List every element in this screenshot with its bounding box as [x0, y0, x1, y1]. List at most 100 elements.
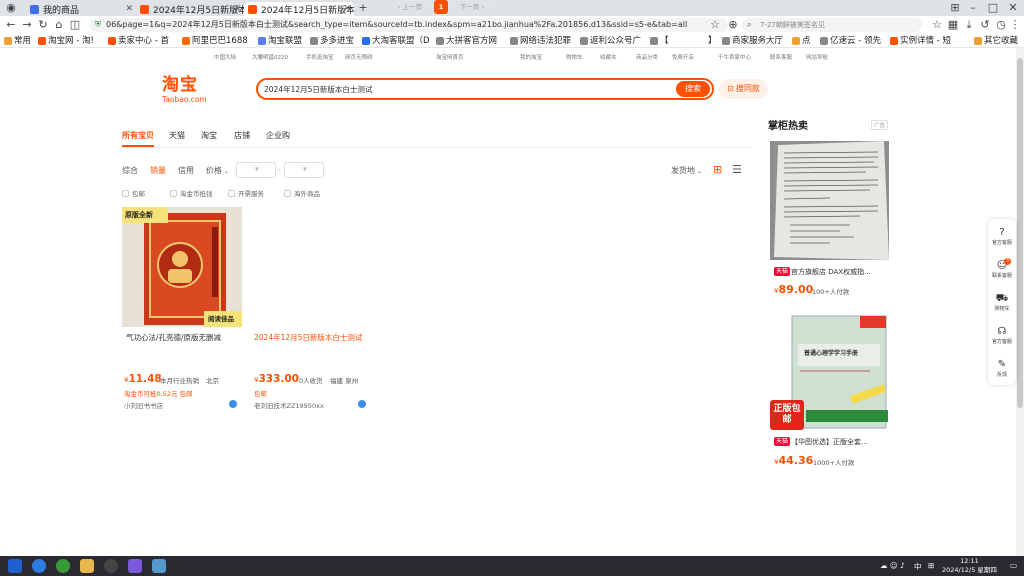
tab-tmall[interactable]: 天猫 — [169, 130, 185, 141]
bookmark-item[interactable]: 大淘客联盟（D — [362, 35, 430, 47]
back-icon[interactable]: ← — [4, 18, 18, 32]
bookmark-item[interactable]: 多多进宝 — [310, 35, 354, 47]
bookmark-item[interactable]: 网络违法犯罪 — [510, 35, 571, 47]
shop-name[interactable]: 老刘旧技术ZZ19950xx — [254, 400, 324, 410]
product-title[interactable]: 2024年12月5日新版本白士测试 — [254, 332, 374, 344]
bookmark-item[interactable]: 大拼客官方网 — [436, 35, 497, 47]
current-page[interactable]: 1 — [434, 0, 448, 14]
tray-icon[interactable]: ⊞ — [928, 561, 934, 570]
site-nav-link[interactable]: 中国大陆 — [214, 53, 236, 61]
maximize-icon[interactable]: □ — [986, 1, 1000, 15]
tab-shops[interactable]: 店铺 — [234, 130, 250, 141]
bookmark-item[interactable]: 亿速云 - 领先 — [820, 35, 881, 47]
filter-invoice[interactable]: 开票服务 — [228, 188, 264, 198]
search-button[interactable]: 搜索 — [676, 81, 710, 97]
next-page-button[interactable]: 下一页 › — [451, 0, 493, 14]
checkbox[interactable] — [228, 189, 235, 197]
site-nav-link[interactable]: 大腰明昌0220 — [252, 53, 288, 61]
browser-search-box[interactable]: ⌕ 7-27朝鲜被美签名见 — [742, 18, 922, 32]
site-nav-link[interactable]: 手机逛淘宝 — [306, 53, 334, 61]
tool-cart[interactable]: ⛟ 购物车 — [988, 293, 1016, 312]
bookmark-item[interactable]: 【 — [650, 35, 669, 47]
tool-headset-service[interactable]: ☊ 官方客服 — [988, 326, 1016, 345]
tab-all-items[interactable]: 所有宝贝 — [122, 130, 154, 141]
site-nav-link[interactable]: 收藏夹 — [600, 53, 617, 61]
price-max-input[interactable]: ¥ — [284, 162, 324, 178]
site-nav-link[interactable]: 网页无障碍 — [345, 53, 373, 61]
tool-contact-service[interactable]: ☺ 3 联系客服 — [988, 258, 1016, 279]
taobao-logo[interactable]: 淘宝 Taobao.com — [162, 76, 216, 106]
site-nav-link[interactable]: 商品分类 — [636, 53, 658, 61]
close-icon[interactable]: ✕ — [125, 4, 133, 14]
browser-profile-icon[interactable]: ◉ — [4, 1, 18, 15]
grid-view-icon[interactable]: ⊞ — [713, 163, 722, 176]
extension-puzzle-icon[interactable]: ⊕ — [726, 18, 740, 32]
clock[interactable]: 12:11 2024/12/5 星期四 — [942, 557, 997, 575]
star-bookmark-icon[interactable]: ☆ — [708, 18, 722, 32]
site-nav-link[interactable]: 淘宝网首页 — [436, 53, 464, 61]
browser-tab[interactable]: 我的商品 ✕ — [26, 2, 136, 16]
tab-taobao[interactable]: 淘宝 — [201, 130, 217, 141]
hot-item-title[interactable]: 【华图优选】正版全套... — [791, 437, 868, 447]
bookmark-item[interactable]: 卖家中心 - 首 — [108, 35, 169, 47]
notification-icon[interactable]: ▭ — [1010, 561, 1017, 570]
app-icon[interactable] — [128, 559, 142, 573]
tab-enterprise[interactable]: 企业购 — [266, 130, 290, 141]
bookmark-item[interactable]: 商家服务大厅 — [722, 35, 783, 47]
history-icon[interactable]: ↺ — [978, 18, 992, 32]
bookmark-item[interactable]: 实例详情 - 短 — [890, 35, 951, 47]
prev-page-button[interactable]: ‹ 上一页 — [389, 0, 431, 14]
hot-item-title[interactable]: 官方旗舰店 DAX权威指... — [791, 267, 871, 277]
scrollbar-thumb[interactable] — [1017, 58, 1023, 408]
extension-icon[interactable]: ◫ — [68, 18, 82, 32]
product-title[interactable]: 气功心法/孔亮德/原版无删减 — [126, 332, 246, 344]
file-explorer-icon[interactable] — [80, 559, 94, 573]
app-icon[interactable] — [152, 559, 166, 573]
page-scrollbar[interactable] — [1016, 48, 1024, 556]
sort-comprehensive[interactable]: 综合 — [122, 165, 138, 176]
sort-credit[interactable]: 信用 — [178, 165, 194, 176]
list-view-icon[interactable]: ☰ — [732, 163, 742, 176]
new-tab-icon[interactable]: + — [356, 1, 370, 15]
site-nav-link[interactable]: 我的淘宝 — [520, 53, 542, 61]
shop-name[interactable]: 小刘旧书书店 — [124, 400, 163, 410]
settings-icon[interactable]: ◷ — [994, 18, 1008, 32]
address-bar[interactable]: ⛨ 06&page=1&q=2024年12月5日新版本白士测试&search_t… — [90, 18, 728, 32]
search-input[interactable] — [264, 82, 664, 96]
bookmark-item[interactable]: 点 — [792, 35, 811, 47]
close-icon[interactable]: ✕ — [343, 4, 351, 14]
favorites-icon[interactable]: ☆ — [930, 18, 944, 32]
price-min-input[interactable]: ¥ — [236, 162, 276, 178]
tool-feedback[interactable]: ✎ 反馈 — [988, 359, 1016, 378]
hot-item-image[interactable] — [770, 141, 889, 260]
same-style-button[interactable]: ⊡ 搜同款 — [719, 79, 768, 99]
bookmark-item[interactable]: 返利公众号广 — [580, 35, 641, 47]
app-icon[interactable] — [32, 559, 46, 573]
close-window-icon[interactable]: ✕ — [1006, 1, 1020, 15]
site-nav-link[interactable]: 联系客服 — [770, 53, 792, 61]
home-icon[interactable]: ⌂ — [52, 18, 66, 32]
bookmark-item[interactable]: 常用 — [4, 35, 31, 47]
tool-official-service[interactable]: ? 官方客服 — [988, 227, 1016, 246]
product-image[interactable]: 原版全新 阅读佳品 — [122, 207, 242, 327]
close-icon[interactable]: ✕ — [233, 4, 241, 14]
checkbox[interactable] — [284, 189, 291, 197]
filter-overseas[interactable]: 海外商品 — [284, 188, 320, 198]
browser-app-icon[interactable] — [56, 559, 70, 573]
ship-from-dropdown[interactable]: 发货地 ⌄ — [671, 165, 702, 176]
start-icon[interactable] — [8, 559, 22, 573]
bookmark-item[interactable]: 】 — [708, 35, 717, 47]
checkbox[interactable] — [122, 189, 129, 197]
site-nav-link[interactable]: 千牛卖家中心 — [718, 53, 751, 61]
forward-icon[interactable]: → — [20, 18, 34, 32]
bookmark-item[interactable]: 淘宝网 - 淘! — [38, 35, 94, 47]
bookmark-item[interactable]: 阿里巴巴1688 — [182, 35, 248, 47]
filter-free-shipping[interactable]: 包邮 — [122, 188, 145, 198]
hot-item-image[interactable]: 普通心理学学习手册 正版包邮 — [770, 314, 889, 433]
browser-tab-active[interactable]: 2024年12月5日新版本白士测试 ✕ — [244, 2, 354, 16]
menu-icon[interactable]: ⋮ — [1008, 18, 1022, 32]
ime-indicator[interactable]: 中 — [914, 561, 922, 572]
reload-icon[interactable]: ↻ — [36, 18, 50, 32]
sort-sales[interactable]: 销量 — [150, 165, 166, 176]
tray-icons[interactable]: ☁ ☺ ♪ — [880, 561, 905, 570]
